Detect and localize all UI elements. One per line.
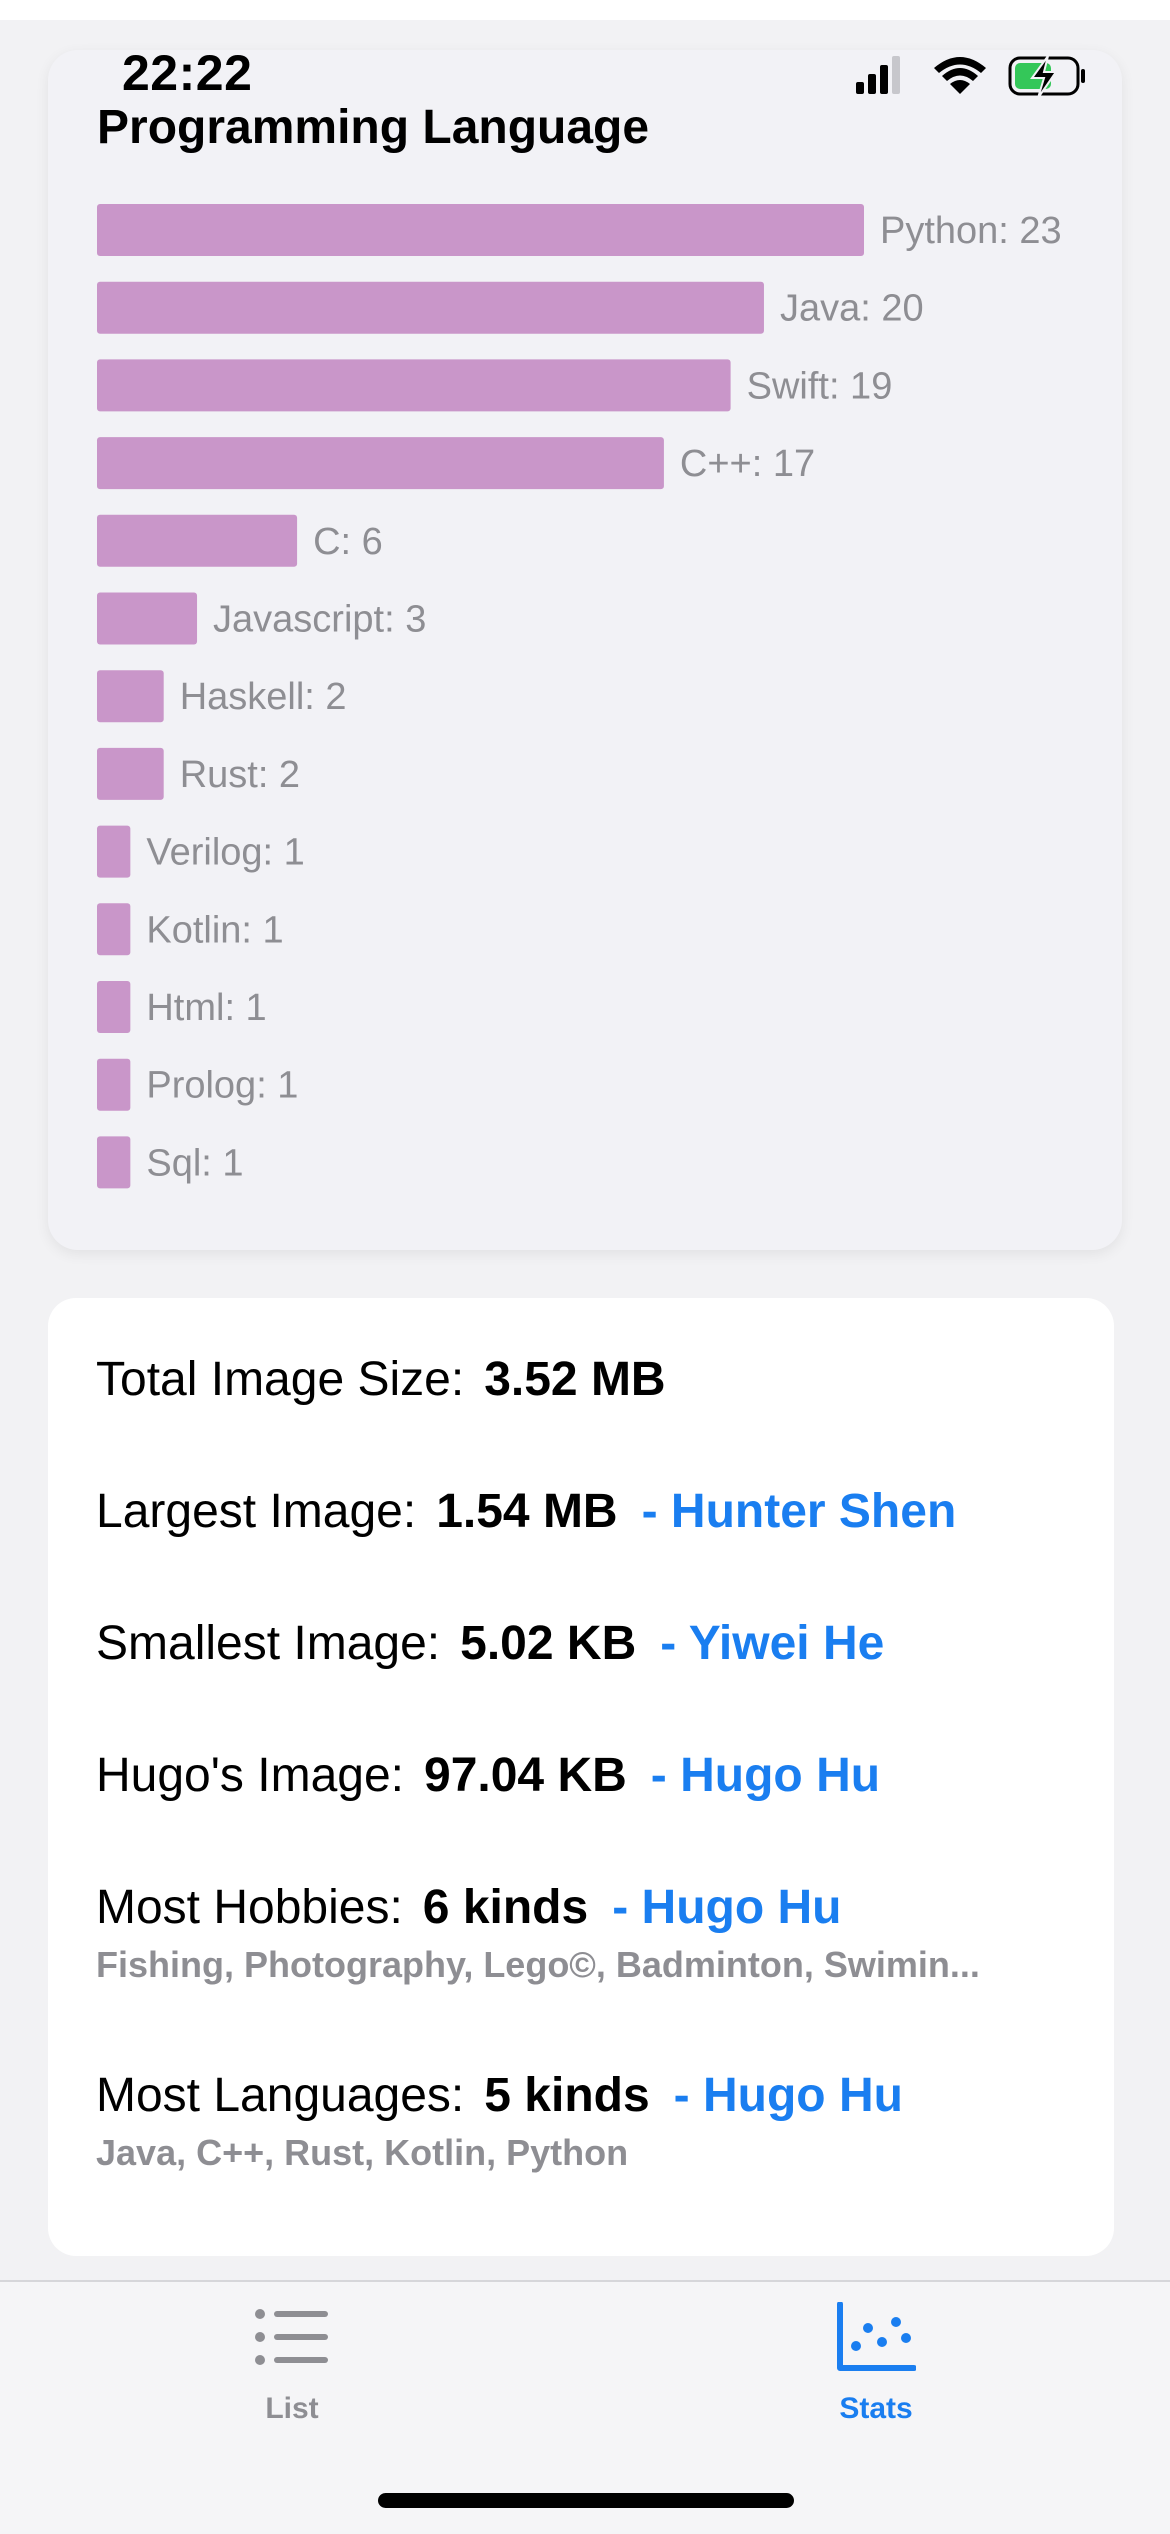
bar-data-label: Html: 1 <box>146 987 266 1029</box>
bar-c- <box>97 437 664 490</box>
bar-data-label: C++: 17 <box>680 443 815 485</box>
stat-value: 1.54 MB <box>436 1485 618 1538</box>
bar-data-label: Haskell: 2 <box>180 676 347 718</box>
bar-c <box>97 514 298 567</box>
bar-swift <box>97 359 731 412</box>
stat-value: 5.02 KB <box>460 1617 637 1670</box>
bar-prolog <box>97 1058 131 1111</box>
stat-largest-image: Largest Image: 1.54 MB - Hunter Shen <box>96 1482 956 1542</box>
stat-label: Smallest Image: <box>96 1617 441 1670</box>
stat-most-hobbies: Most Hobbies: 6 kinds - Hugo Hu Fishing, P… <box>96 1878 1076 1986</box>
list-icon <box>255 2309 328 2365</box>
bar-data-label: Python: 23 <box>880 210 1062 252</box>
tab-list[interactable]: List <box>142 2282 442 2442</box>
bar-java <box>97 281 764 334</box>
tab-stats-label: Stats <box>839 2392 913 2425</box>
tab-stats[interactable]: Stats <box>726 2282 1026 2442</box>
stat-person-link[interactable]: - Hugo Hu <box>674 2069 903 2122</box>
stat-person-link[interactable]: - Yiwei He <box>660 1617 884 1670</box>
bar-data-label: Rust: 2 <box>180 754 300 796</box>
bar-data-label: Verilog: 1 <box>146 832 304 874</box>
bar-html <box>97 981 131 1033</box>
bar-data-label: Swift: 19 <box>747 365 893 407</box>
stat-detail-text: Fishing, Photography, Lego©, Badminton, … <box>96 1944 980 1985</box>
bar-kotlin <box>97 903 131 956</box>
bar-data-label: C: 6 <box>313 521 383 563</box>
tab-list-label: List <box>265 2392 319 2425</box>
stat-value: 97.04 KB <box>424 1749 627 1802</box>
bar-python <box>97 204 864 256</box>
stat-label: Hugo's Image: <box>96 1749 404 1802</box>
stat-smallest-image: Smallest Image: 5.02 KB - Yiwei He <box>96 1614 884 1674</box>
stats-card: Total Image Size: 3.52 MB Largest Image: 1… <box>48 1298 1114 2256</box>
stat-label: Largest Image: <box>96 1485 417 1538</box>
stat-total-size: Total Image Size: 3.52 MB <box>96 1350 666 1410</box>
bar-haskell <box>97 670 164 723</box>
stat-label: Total Image Size: <box>96 1353 465 1406</box>
stat-value: 6 kinds <box>422 1881 589 1934</box>
stat-value: 3.52 MB <box>484 1353 666 1406</box>
stat-detail-text: Java, C++, Rust, Kotlin, Python <box>96 2132 629 2173</box>
bar-data-label: Java: 20 <box>780 288 924 330</box>
bar-sql <box>97 1136 131 1189</box>
chart-dots-icon <box>837 2302 916 2371</box>
stat-label: Most Languages: <box>96 2069 465 2122</box>
stat-person-link[interactable]: - Hugo Hu <box>651 1749 880 1802</box>
bar-data-label: Sql: 1 <box>146 1142 243 1184</box>
bar-javascript <box>97 592 198 645</box>
stat-person-link[interactable]: - Hunter Shen <box>642 1485 957 1538</box>
stat-most-languages: Most Languages: 5 kinds - Hugo Hu Java, C+… <box>96 2066 1076 2174</box>
bar-verilog <box>97 825 131 878</box>
stat-person-link[interactable]: - Hugo Hu <box>612 1881 841 1934</box>
stat-label: Most Hobbies: <box>96 1881 403 1934</box>
bar-chart: Python: 23 Java: 20 Swift: 19 C++: 17 C: 6 Ja… <box>97 204 1062 1189</box>
stat-value: 5 kinds <box>484 2069 650 2122</box>
home-indicator <box>378 2493 794 2508</box>
bar-rust <box>97 747 164 800</box>
bar-data-label: Prolog: 1 <box>146 1065 298 1107</box>
bar-data-label: Kotlin: 1 <box>146 909 283 951</box>
stat-hugo-image: Hugo's Image: 97.04 KB - Hugo Hu <box>96 1746 880 1806</box>
bar-data-label: Javascript: 3 <box>213 599 426 641</box>
